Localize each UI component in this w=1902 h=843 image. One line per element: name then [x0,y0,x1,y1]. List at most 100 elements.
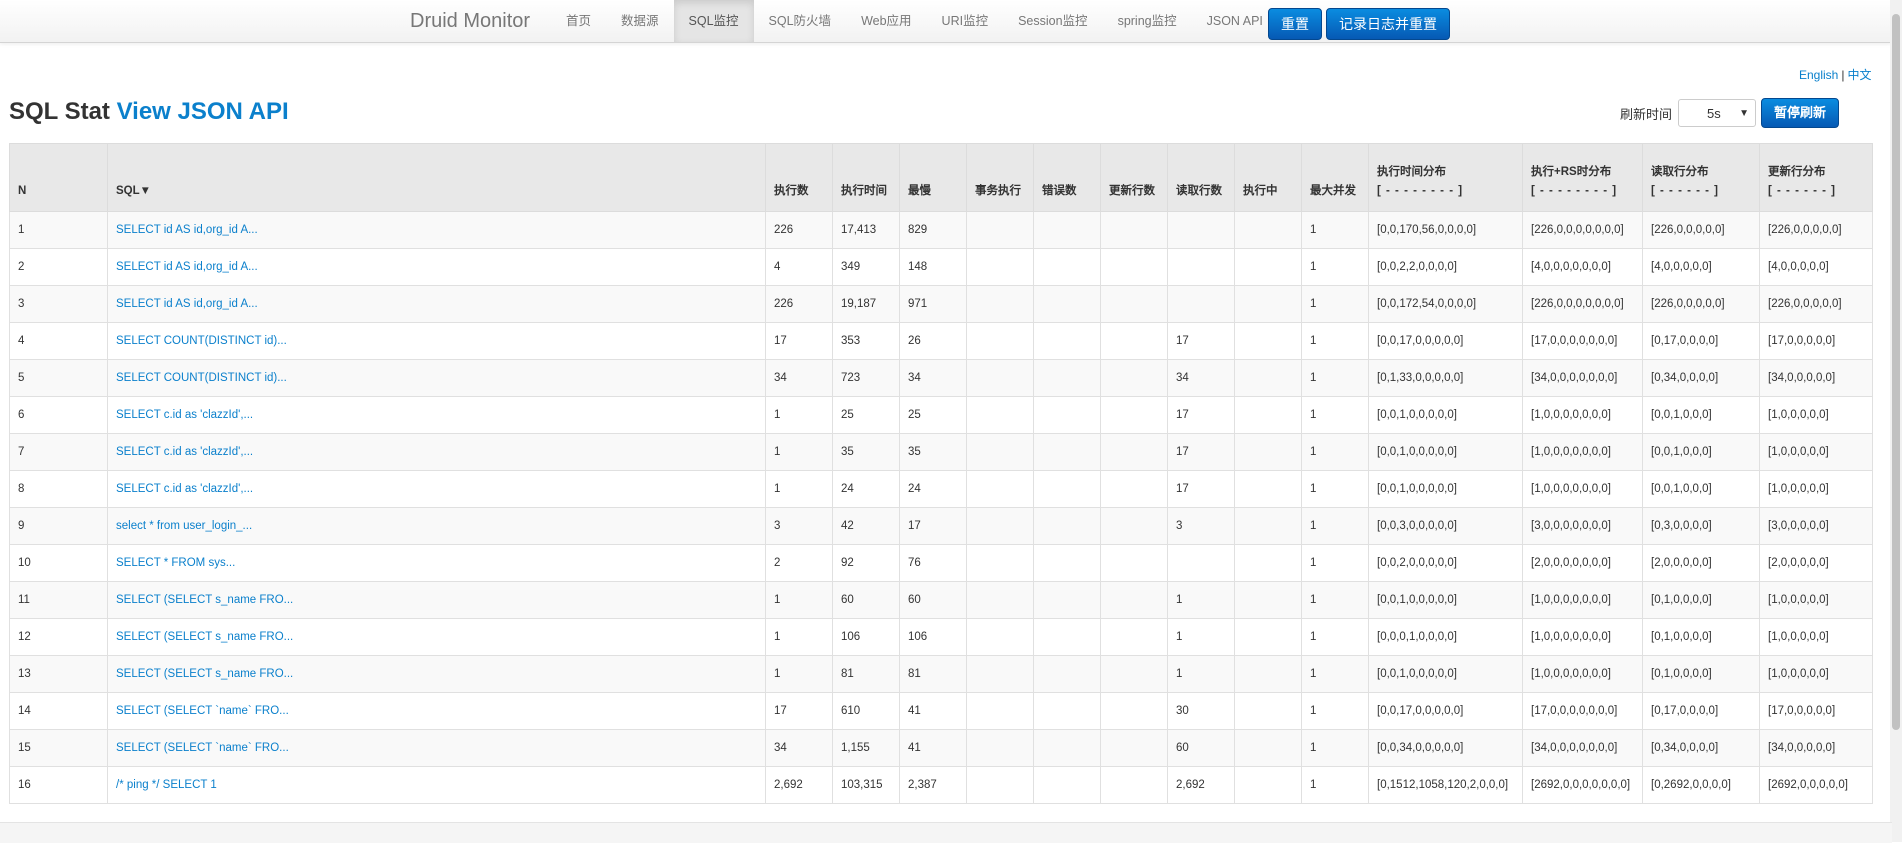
page-title: SQL Stat View JSON API [9,98,289,126]
cell-read-rows: 17 [1167,322,1235,360]
sql-link[interactable]: SELECT c.id as 'clazzId',... [116,446,253,458]
cell-sql: SELECT (SELECT `name` FRO... [107,692,766,730]
cell-exec-rs-dist: [17,0,0,0,0,0,0,0] [1522,692,1643,730]
sql-link[interactable]: SELECT COUNT(DISTINCT id)... [116,335,287,347]
cell-read-rows: 1 [1167,618,1235,656]
pause-refresh-button[interactable]: 暂停刷新 [1761,98,1840,128]
col-header-n[interactable]: N [9,143,108,212]
cell-running [1234,655,1302,693]
sql-link[interactable]: select * from user_login_... [116,520,252,532]
sql-link[interactable]: SELECT c.id as 'clazzId',... [116,483,253,495]
sql-link[interactable]: SELECT id AS id,org_id A... [116,298,258,310]
sql-link[interactable]: SELECT (SELECT `name` FRO... [116,705,289,717]
col-sub: [ - - - - - - ] [1768,185,1837,197]
col-header-update-rows-dist[interactable]: 更新行分布 [ - - - - - - ] [1759,143,1873,212]
cell-max-concurrency: 1 [1301,470,1369,508]
cell-update-rows [1100,433,1168,471]
col-header-exec-time[interactable]: 执行时间 [832,143,900,212]
cell-exec-rs-dist: [1,0,0,0,0,0,0,0] [1522,581,1643,619]
table-row: 6 SELECT c.id as 'clazzId',... 1 25 25 17 1 [0,… [9,396,1873,434]
cell-exec-time-dist: [0,0,1,0,0,0,0,0] [1368,655,1523,693]
col-header-sql[interactable]: SQL▼ [107,143,766,212]
cell-tx-exec [966,766,1034,804]
cell-errors [1033,248,1101,286]
nav-item-wall[interactable]: SQL防火墙 [754,0,847,42]
col-header-update-rows[interactable]: 更新行数 [1100,143,1168,212]
nav-item-datasource[interactable]: 数据源 [606,0,674,42]
sql-link[interactable]: SELECT id AS id,org_id A... [116,224,258,236]
cell-exec-time-dist: [0,0,34,0,0,0,0,0] [1368,729,1523,767]
table-row: 8 SELECT c.id as 'clazzId',... 1 24 24 17 1 [0,… [9,470,1873,508]
cell-read-rows-dist: [0,0,1,0,0,0] [1642,470,1760,508]
cell-max-concurrency: 1 [1301,618,1369,656]
col-header-exec-time-dist[interactable]: 执行时间分布 [ - - - - - - - - ] [1368,143,1523,212]
col-header-read-rows-dist[interactable]: 读取行分布 [ - - - - - - ] [1642,143,1760,212]
cell-n: 16 [9,766,108,804]
lang-chinese-link[interactable]: 中文 [1847,68,1871,82]
col-header-max-concurrency[interactable]: 最大并发 [1301,143,1369,212]
col-header-slowest[interactable]: 最慢 [899,143,967,212]
cell-exec-count: 1 [765,396,833,434]
cell-n: 2 [9,248,108,286]
table-row: 7 SELECT c.id as 'clazzId',... 1 35 35 17 1 [0,… [9,433,1873,471]
lang-separator: | [1841,68,1845,82]
sql-link[interactable]: SELECT (SELECT s_name FRO... [116,594,293,606]
log-and-reset-button[interactable]: 记录日志并重置 [1326,8,1450,40]
cell-read-rows-dist: [2,0,0,0,0,0] [1642,544,1760,582]
cell-tx-exec [966,396,1034,434]
col-header-read-rows[interactable]: 读取行数 [1167,143,1235,212]
sql-link[interactable]: SELECT (SELECT `name` FRO... [116,742,289,754]
nav-item-webapp[interactable]: Web应用 [846,0,926,42]
cell-n: 5 [9,359,108,397]
view-json-api-link[interactable]: View JSON API [117,98,289,125]
cell-n: 11 [9,581,108,619]
refresh-interval-select[interactable]: 5s ▼ [1678,99,1757,127]
cell-read-rows: 30 [1167,692,1235,730]
cell-read-rows: 2,692 [1167,766,1235,804]
cell-exec-rs-dist: [1,0,0,0,0,0,0,0] [1522,618,1643,656]
col-sub: [ - - - - - - ] [1651,185,1720,197]
refresh-label: 刷新时间 [1620,106,1673,122]
cell-update-rows [1100,507,1168,545]
cell-exec-time: 25 [832,396,900,434]
cell-read-rows-dist: [0,1,0,0,0,0] [1642,655,1760,693]
sql-link[interactable]: SELECT id AS id,org_id A... [116,261,258,273]
table-header-row: N SQL▼ 执行数 执行时间 最慢 事务执行 错误数 更新行数 读取行数 执行… [9,143,1873,212]
lang-english-link[interactable]: English [1799,68,1838,82]
cell-update-rows [1100,322,1168,360]
nav-item-uri[interactable]: URI监控 [927,0,1004,42]
nav-item-home[interactable]: 首页 [551,0,606,42]
cell-exec-count: 17 [765,322,833,360]
cell-slowest: 35 [899,433,967,471]
nav-item-json-api[interactable]: JSON API [1192,0,1278,42]
col-header-tx-exec[interactable]: 事务执行 [966,143,1034,212]
sql-link[interactable]: SELECT (SELECT s_name FRO... [116,668,293,680]
nav-item-sql[interactable]: SQL监控 [673,0,754,42]
sql-link[interactable]: SELECT (SELECT s_name FRO... [116,631,293,643]
sql-link[interactable]: SELECT c.id as 'clazzId',... [116,409,253,421]
cell-read-rows: 1 [1167,581,1235,619]
nav-item-spring[interactable]: spring监控 [1103,0,1192,42]
col-header-errors[interactable]: 错误数 [1033,143,1101,212]
cell-read-rows: 1 [1167,655,1235,693]
nav-item-session[interactable]: Session监控 [1003,0,1102,42]
reset-button[interactable]: 重置 [1268,8,1322,40]
sql-link[interactable]: /* ping */ SELECT 1 [116,779,217,791]
col-header-running[interactable]: 执行中 [1234,143,1302,212]
col-header-exec-count[interactable]: 执行数 [765,143,833,212]
cell-exec-time: 35 [832,433,900,471]
language-switch: English | 中文 [1799,66,1872,83]
cell-read-rows: 60 [1167,729,1235,767]
cell-update-rows-dist: [2692,0,0,0,0,0] [1759,766,1873,804]
scrollbar-thumb[interactable] [1892,14,1900,730]
cell-exec-time: 17,413 [832,211,900,249]
cell-update-rows [1100,544,1168,582]
vertical-scrollbar[interactable] [1890,0,1902,842]
cell-exec-rs-dist: [4,0,0,0,0,0,0,0] [1522,248,1643,286]
sql-link[interactable]: SELECT * FROM sys... [116,557,235,569]
col-header-exec-rs-dist[interactable]: 执行+RS时分布 [ - - - - - - - - ] [1522,143,1643,212]
brand-title[interactable]: Druid Monitor [410,10,530,33]
cell-n: 3 [9,285,108,323]
cell-running [1234,285,1302,323]
sql-link[interactable]: SELECT COUNT(DISTINCT id)... [116,372,287,384]
